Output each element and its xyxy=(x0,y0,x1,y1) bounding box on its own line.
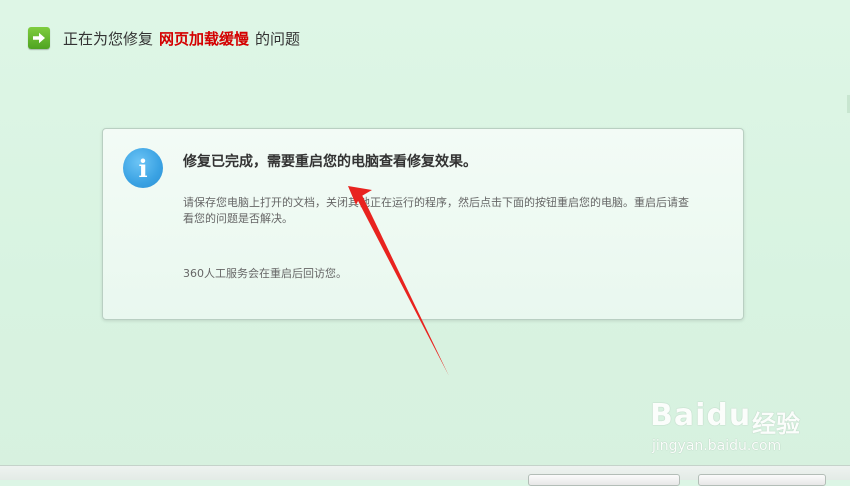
watermark-url: jingyan.baidu.com xyxy=(652,438,782,454)
panel-title: 修复已完成，需要重启您的电脑查看修复效果。 xyxy=(183,154,477,170)
arrow-right-icon xyxy=(28,27,50,49)
status-suffix: 的问题 xyxy=(255,29,301,48)
repair-complete-panel: i 修复已完成，需要重启您的电脑查看修复效果。 请保存您电脑上打开的文档，关闭其… xyxy=(102,128,744,320)
restart-later-button[interactable] xyxy=(698,474,826,486)
panel-note: 360人工服务会在重启后回访您。 xyxy=(183,267,347,280)
status-message: 正在为您修复 网页加载缓慢 的问题 xyxy=(63,28,300,49)
problem-name: 网页加载缓慢 xyxy=(159,29,250,48)
restart-now-button[interactable] xyxy=(528,474,680,486)
baidu-jingyan-watermark: Baidu 经验 jingyan.baidu.com xyxy=(650,392,820,462)
status-header: 正在为您修复 网页加载缓慢 的问题 xyxy=(28,26,300,50)
info-icon: i xyxy=(123,148,163,188)
panel-instructions: 请保存您电脑上打开的文档，关闭其他正在运行的程序，然后点击下面的按钮重启您的电脑… xyxy=(183,196,689,225)
watermark-cn: 经验 xyxy=(752,410,800,438)
watermark-brand: Baidu xyxy=(650,398,752,433)
status-prefix: 正在为您修复 xyxy=(63,29,154,48)
